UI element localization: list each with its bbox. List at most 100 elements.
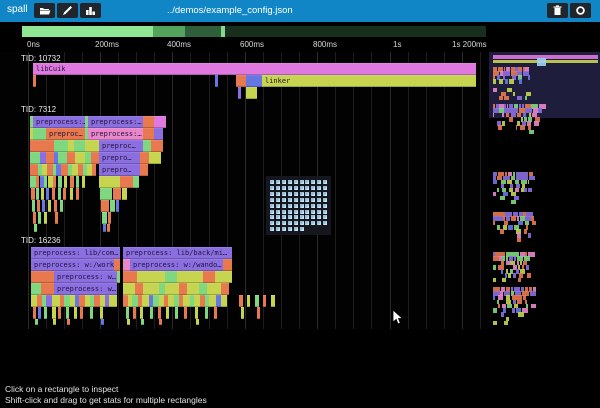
minimap-cluster-rect[interactable] xyxy=(493,295,495,300)
flame-rect[interactable] xyxy=(140,164,148,176)
flame-rect[interactable] xyxy=(215,75,218,87)
flame-rect[interactable] xyxy=(158,307,161,319)
minimap-cluster-rect[interactable] xyxy=(528,233,531,238)
minimap-cluster-rect[interactable] xyxy=(493,113,494,118)
flame-rect[interactable] xyxy=(116,200,119,212)
flame-rect[interactable] xyxy=(85,140,99,152)
flame-rect[interactable] xyxy=(113,188,121,200)
flame-rect[interactable] xyxy=(70,188,73,200)
flame-rect[interactable] xyxy=(154,128,163,140)
flame-rect[interactable] xyxy=(33,75,36,87)
edit-button[interactable] xyxy=(57,3,78,18)
minimap-cluster-rect[interactable] xyxy=(493,88,497,93)
flame-rect[interactable] xyxy=(58,188,61,200)
flame-rect[interactable] xyxy=(58,307,61,319)
flame-rect[interactable] xyxy=(122,188,127,200)
minimap-cluster-rect[interactable] xyxy=(532,221,536,226)
flame-rect[interactable] xyxy=(257,307,260,319)
flame-rect[interactable] xyxy=(123,271,137,283)
flame-rect[interactable] xyxy=(58,176,62,188)
minimap-cluster-rect[interactable] xyxy=(524,188,527,192)
flame-rect[interactable]: preprocess:… xyxy=(88,116,143,128)
minimap-cluster-rect[interactable] xyxy=(498,125,502,130)
flame-rect[interactable] xyxy=(143,140,151,152)
flame-rect[interactable] xyxy=(92,164,96,176)
flame-rect[interactable] xyxy=(165,271,177,283)
flame-rect[interactable] xyxy=(110,200,115,212)
flame-rect[interactable] xyxy=(117,271,120,283)
minimap-cluster-rect[interactable] xyxy=(511,216,517,221)
minimap-cluster-rect[interactable] xyxy=(501,269,504,274)
flame-rect[interactable] xyxy=(82,176,85,188)
flame-rect[interactable] xyxy=(199,283,207,295)
minimap-cluster-rect[interactable] xyxy=(534,121,538,126)
settings-button[interactable] xyxy=(570,3,591,18)
flame-rect[interactable] xyxy=(54,200,57,212)
flame-rect[interactable]: preproc… xyxy=(99,140,143,152)
minimap-cluster-rect[interactable] xyxy=(493,79,496,84)
flame-rect[interactable] xyxy=(90,307,93,319)
flame-rect[interactable] xyxy=(166,307,169,319)
flame-rect[interactable]: preprocess: w… xyxy=(54,283,117,295)
minimap-cluster-rect[interactable] xyxy=(521,188,523,192)
flame-rect[interactable] xyxy=(35,319,38,325)
flame-rect[interactable] xyxy=(80,307,83,319)
flame-rect[interactable] xyxy=(195,307,198,319)
flame-rect[interactable] xyxy=(120,176,133,188)
flame-rect[interactable] xyxy=(53,176,56,188)
flame-rect[interactable] xyxy=(140,307,143,319)
minimap-cluster-rect[interactable] xyxy=(525,96,527,101)
flame-rect[interactable] xyxy=(36,176,39,188)
flame-rect[interactable] xyxy=(55,212,58,224)
minimap-cluster-rect[interactable] xyxy=(524,229,527,234)
flame-rect[interactable] xyxy=(33,212,36,224)
flame-rect[interactable] xyxy=(101,319,104,325)
flame-rect[interactable] xyxy=(108,212,111,224)
flame-rect[interactable] xyxy=(154,116,166,128)
flame-rect[interactable] xyxy=(103,224,106,232)
flame-rect[interactable] xyxy=(247,295,250,307)
flame-rect[interactable] xyxy=(137,271,165,283)
flame-rect[interactable] xyxy=(143,116,154,128)
minimap-cluster-rect[interactable] xyxy=(520,125,525,130)
flame-rect[interactable]: libCuik xyxy=(33,63,476,75)
flame-rect[interactable]: preprocess: lib/back/mi… xyxy=(123,247,232,259)
flame-rect[interactable] xyxy=(133,307,136,319)
minimap-cluster-rect[interactable] xyxy=(530,291,537,296)
flame-rect[interactable] xyxy=(30,140,54,152)
flame-rect[interactable] xyxy=(52,307,56,319)
minimap-cluster-rect[interactable] xyxy=(528,180,530,184)
flame-rect[interactable] xyxy=(221,295,227,307)
minimap-cluster-rect[interactable] xyxy=(493,278,496,283)
stats-button[interactable] xyxy=(80,3,101,18)
minimap-cluster-rect[interactable] xyxy=(506,113,509,118)
flame-rect[interactable]: preprocess:… xyxy=(88,128,143,140)
flame-rect[interactable] xyxy=(63,188,66,200)
flame-rect[interactable]: prepro… xyxy=(99,164,140,176)
flame-rect[interactable] xyxy=(30,152,40,164)
minimap-cluster-rect[interactable] xyxy=(513,273,516,278)
minimap-cluster-rect[interactable] xyxy=(528,188,532,192)
minimap-cluster-rect[interactable] xyxy=(509,79,514,84)
flame-rect[interactable] xyxy=(64,176,67,188)
flame-rect[interactable] xyxy=(70,176,74,188)
flame-rect[interactable] xyxy=(52,188,55,200)
minimap-cluster-rect[interactable] xyxy=(526,265,529,270)
flame-rect[interactable] xyxy=(143,128,154,140)
flame-rect[interactable] xyxy=(107,224,110,232)
flame-rect[interactable] xyxy=(127,319,130,325)
minimap-cluster-rect[interactable] xyxy=(517,96,522,101)
flame-rect[interactable] xyxy=(36,188,39,200)
minimap-cluster-rect[interactable] xyxy=(508,273,511,278)
minimap[interactable] xyxy=(489,52,600,329)
flame-rect[interactable] xyxy=(177,271,203,283)
minimap-cluster-rect[interactable] xyxy=(504,321,508,326)
flame-rect[interactable] xyxy=(239,295,243,307)
flame-rect[interactable] xyxy=(151,140,163,152)
flame-rect[interactable] xyxy=(179,283,187,295)
flame-rect[interactable] xyxy=(74,307,77,319)
minimap-cluster-rect[interactable] xyxy=(493,321,497,326)
flame-rect[interactable] xyxy=(141,319,144,325)
minimap-bar[interactable] xyxy=(537,58,546,66)
flame-rect[interactable] xyxy=(207,283,221,295)
